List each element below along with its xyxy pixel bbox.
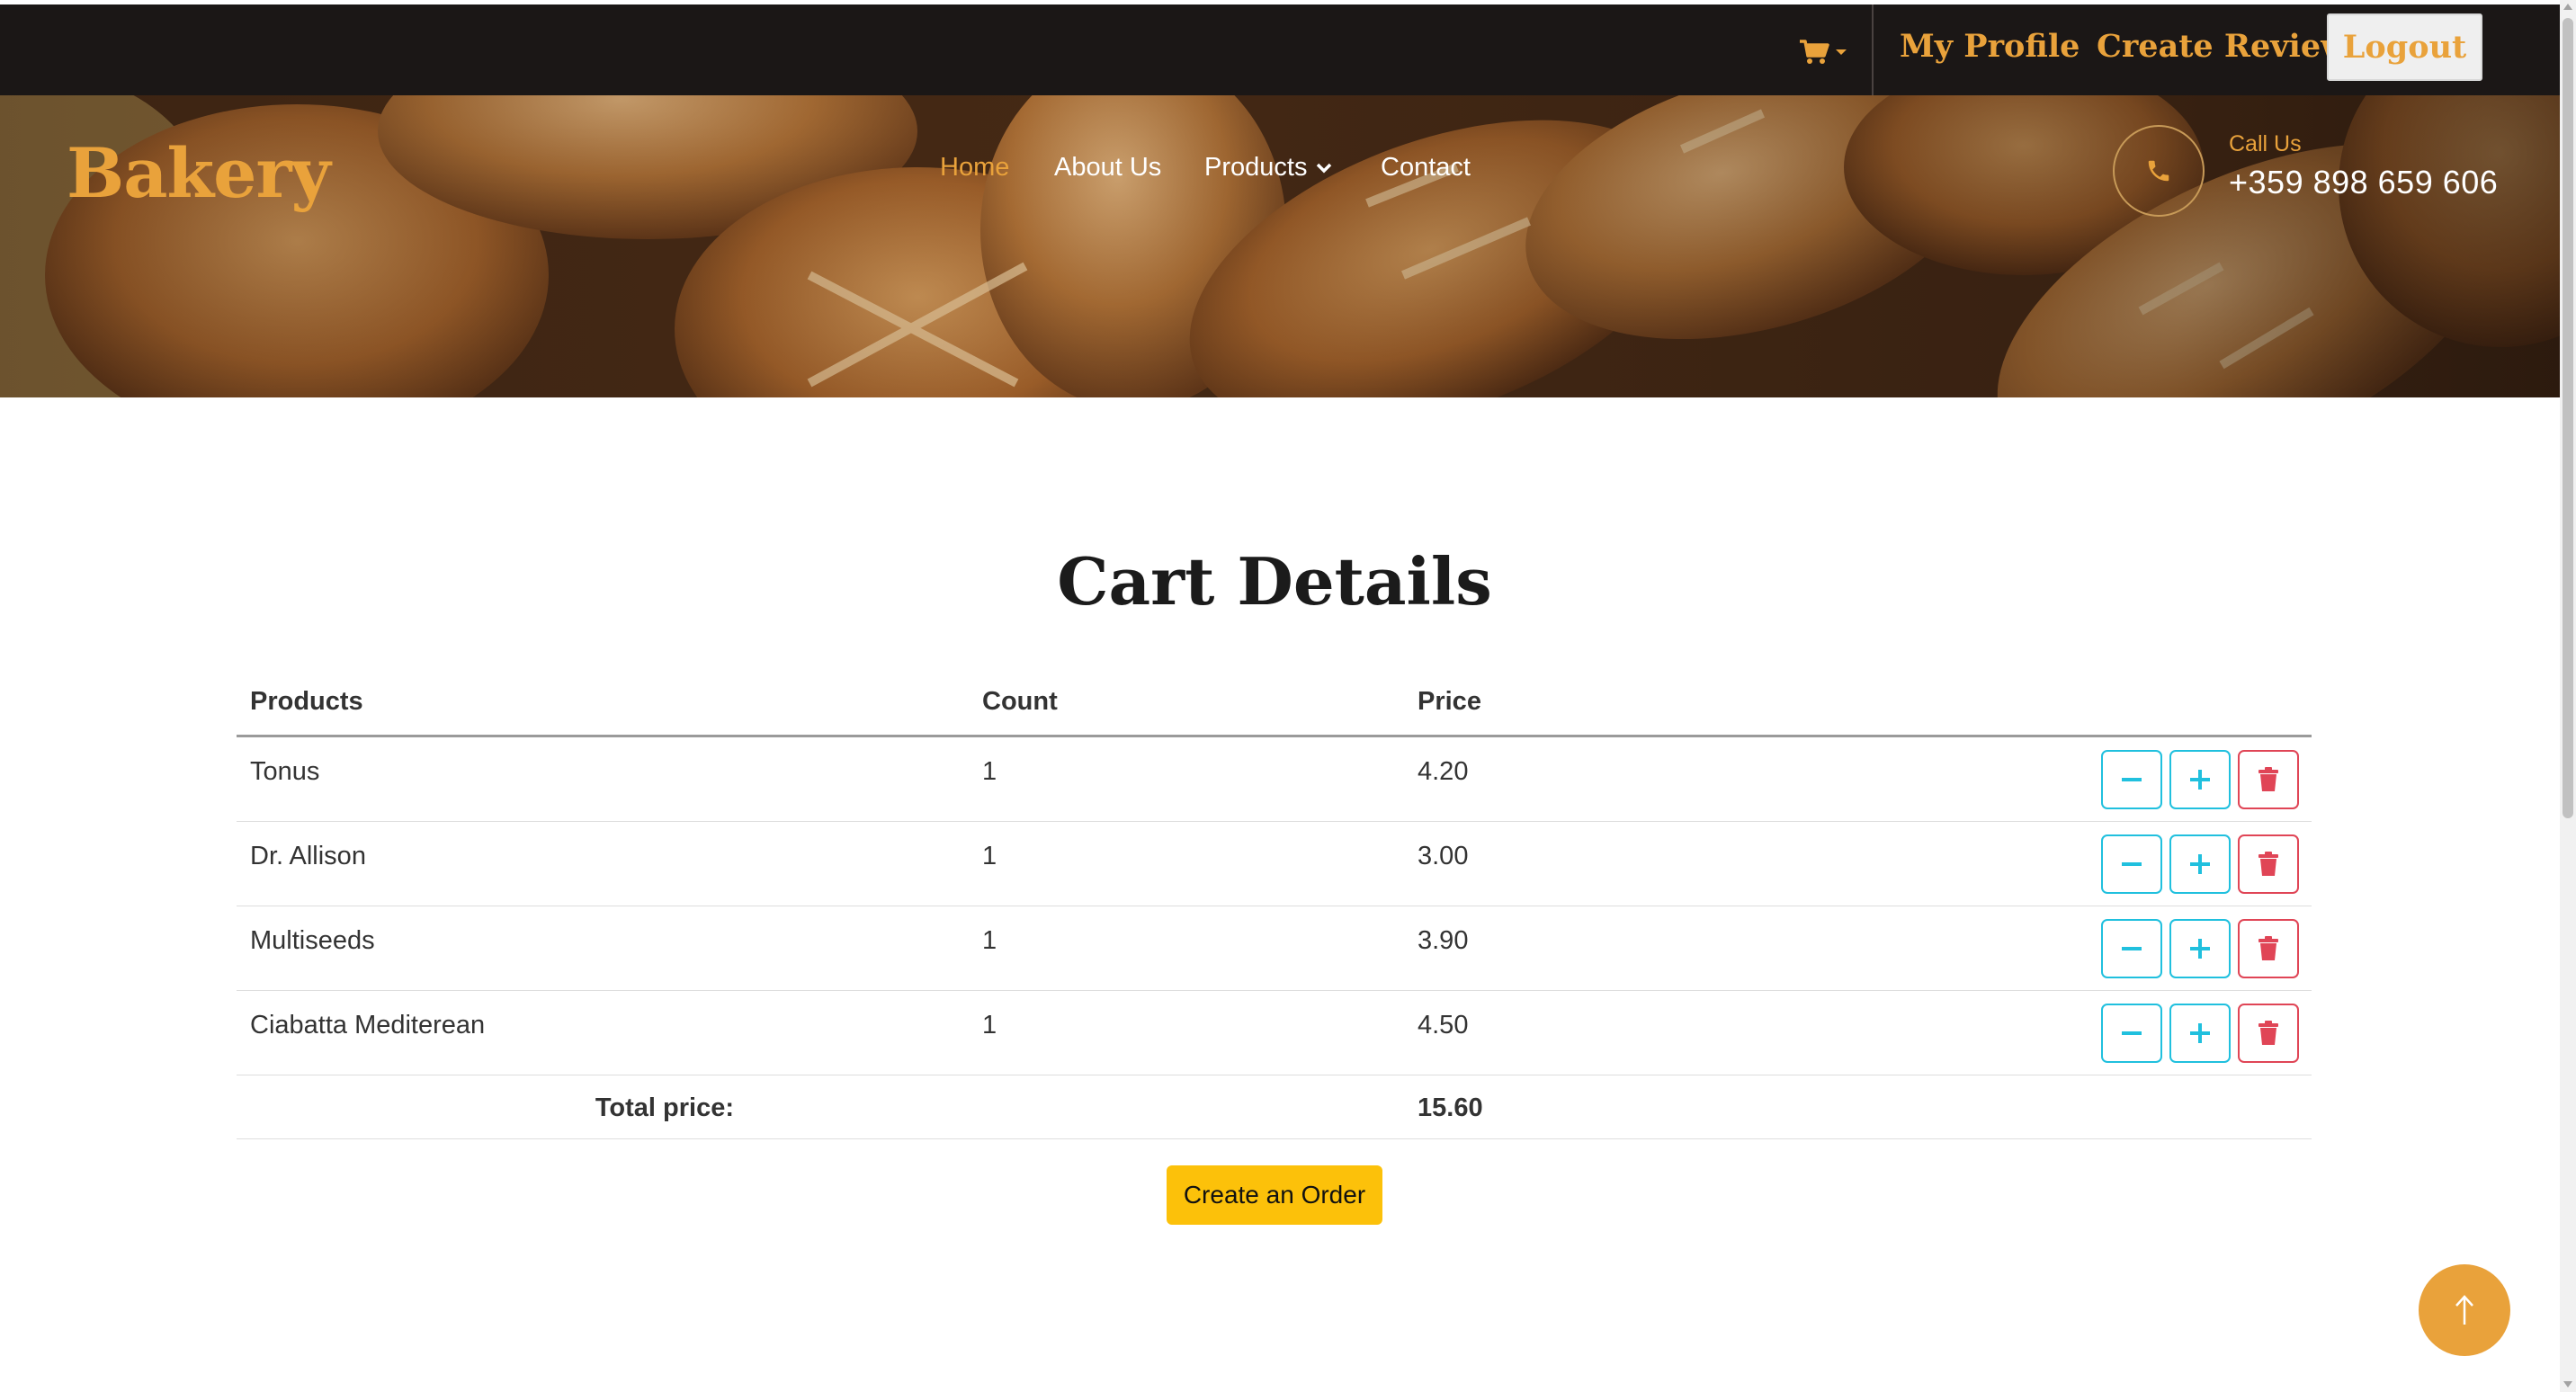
trash-icon	[2258, 936, 2278, 960]
cart-dropdown-toggle[interactable]	[1799, 31, 1856, 73]
chevron-down-icon	[1317, 163, 1332, 173]
create-review-link[interactable]: Create Review	[2097, 28, 2348, 65]
delete-button[interactable]	[2238, 1004, 2299, 1063]
product-name: Tonus	[250, 757, 320, 786]
phone-icon	[2148, 160, 2169, 182]
logout-button[interactable]: Logout	[2327, 13, 2482, 81]
hero-banner: Bakery Home About Us Products Contact Ca…	[0, 95, 2560, 397]
nav-contact-label: Contact	[1381, 153, 1471, 182]
minus-icon	[2122, 947, 2142, 950]
table-row: Tonus 1 4.20	[237, 737, 2312, 822]
divider	[1872, 4, 1874, 95]
decrease-button[interactable]	[2101, 1004, 2162, 1063]
plus-icon	[2190, 770, 2210, 790]
product-count: 1	[982, 926, 997, 955]
cart-table: Products Count Price Tonus 1 4.20 Dr. Al…	[237, 676, 2312, 1139]
page-title: Cart Details	[1057, 543, 1492, 620]
product-price: 3.90	[1418, 926, 1469, 955]
nav-home-label: Home	[940, 153, 1010, 182]
row-actions	[2101, 834, 2299, 894]
product-price: 3.00	[1418, 842, 1469, 870]
product-name: Dr. Allison	[250, 842, 366, 870]
scrollbar-thumb[interactable]	[2563, 18, 2573, 818]
minus-icon	[2122, 778, 2142, 781]
minus-icon	[2122, 1031, 2142, 1035]
nav-about[interactable]: About Us	[1054, 153, 1161, 183]
increase-button[interactable]	[2169, 1004, 2231, 1063]
product-price: 4.50	[1418, 1011, 1469, 1040]
row-actions	[2101, 919, 2299, 978]
decrease-button[interactable]	[2101, 750, 2162, 809]
table-header: Products Count Price	[237, 676, 2312, 737]
minus-icon	[2122, 862, 2142, 866]
increase-button[interactable]	[2169, 834, 2231, 894]
create-order-button[interactable]: Create an Order	[1167, 1165, 1382, 1225]
product-count: 1	[982, 1011, 997, 1040]
delete-button[interactable]	[2238, 834, 2299, 894]
header-count: Count	[982, 687, 1058, 716]
increase-button[interactable]	[2169, 750, 2231, 809]
delete-button[interactable]	[2238, 750, 2299, 809]
trash-icon	[2258, 1021, 2278, 1045]
product-price: 4.20	[1418, 757, 1469, 786]
scroll-to-top-button[interactable]	[2419, 1264, 2510, 1356]
decrease-button[interactable]	[2101, 919, 2162, 978]
my-profile-link[interactable]: My Profile	[1900, 28, 2080, 65]
total-value: 15.60	[1418, 1093, 1483, 1122]
row-actions	[2101, 750, 2299, 809]
row-actions	[2101, 1004, 2299, 1063]
delete-button[interactable]	[2238, 919, 2299, 978]
table-row: Dr. Allison 1 3.00	[237, 822, 2312, 906]
product-count: 1	[982, 842, 997, 870]
phone-badge	[2113, 125, 2205, 217]
top-bar: My Profile Create Review Logout	[0, 0, 2560, 95]
plus-icon	[2190, 939, 2210, 959]
decrease-button[interactable]	[2101, 834, 2162, 894]
product-name: Ciabatta Mediterean	[250, 1011, 486, 1040]
arrow-up-icon	[2455, 1295, 2473, 1325]
nav-products-label: Products	[1204, 153, 1308, 182]
total-row: Total price: 15.60	[237, 1075, 2312, 1139]
table-row: Ciabatta Mediterean 1 4.50	[237, 991, 2312, 1075]
scroll-down-arrow-icon[interactable]	[2563, 1381, 2572, 1388]
table-row: Multiseeds 1 3.90	[237, 906, 2312, 991]
product-name: Multiseeds	[250, 926, 375, 955]
trash-icon	[2258, 852, 2278, 876]
nav-about-label: About Us	[1054, 153, 1162, 182]
plus-icon	[2190, 854, 2210, 874]
page-scrollbar[interactable]	[2560, 0, 2576, 1392]
nav-home[interactable]: Home	[940, 153, 1009, 183]
call-us-label: Call Us	[2229, 131, 2302, 156]
caret-down-icon	[1836, 49, 1847, 55]
nav-products[interactable]: Products	[1204, 153, 1332, 183]
plus-icon	[2190, 1023, 2210, 1043]
scroll-up-arrow-icon[interactable]	[2563, 4, 2572, 10]
product-count: 1	[982, 757, 997, 786]
header-products: Products	[250, 687, 363, 716]
header-price: Price	[1418, 687, 1481, 716]
total-label: Total price:	[595, 1093, 734, 1122]
shopping-cart-icon	[1800, 40, 1829, 64]
trash-icon	[2258, 767, 2278, 791]
increase-button[interactable]	[2169, 919, 2231, 978]
nav-contact[interactable]: Contact	[1381, 153, 1471, 183]
phone-number: +359 898 659 606	[2229, 164, 2499, 201]
